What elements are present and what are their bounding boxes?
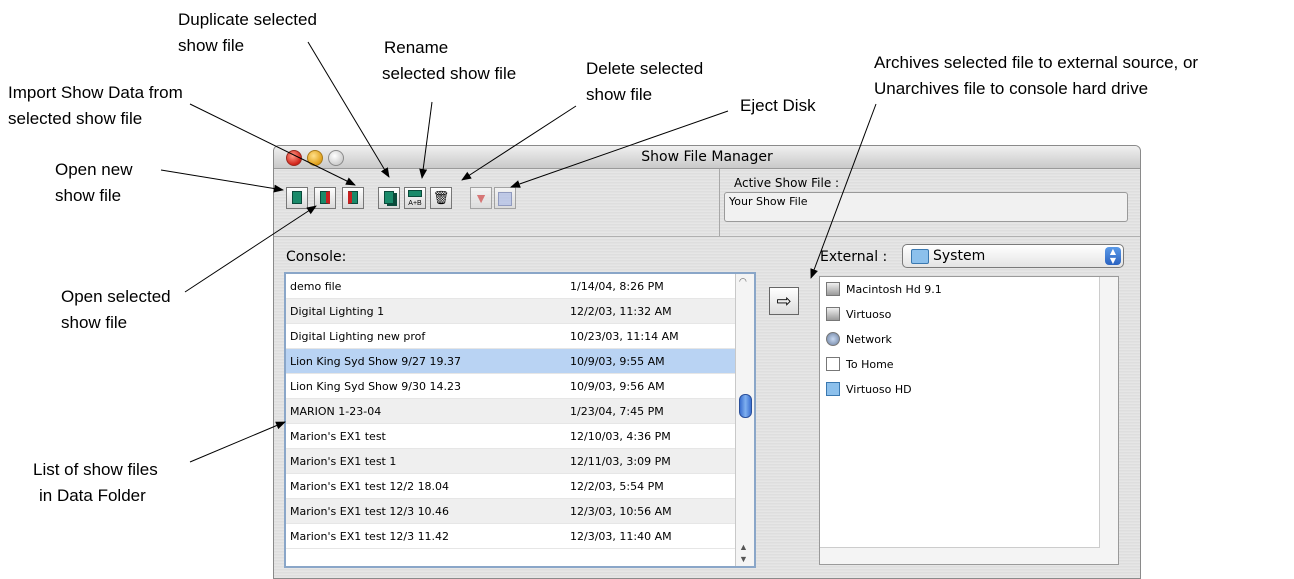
callout-list: List of show files in Data Folder <box>33 460 158 505</box>
show-file-manager-window: Show File Manager A+B 🗑 ▼ Active Show Fi… <box>273 145 1141 579</box>
callout-delete: Delete selected show file <box>586 59 704 104</box>
rename-button[interactable]: A+B <box>404 187 426 209</box>
toolbar-divider <box>719 169 720 237</box>
callout-archives: Archives selected file to external sourc… <box>874 53 1199 98</box>
file-name: Marion's EX1 test 12/2 18.04 <box>290 480 450 493</box>
callout-eject: Eject Disk <box>740 96 816 115</box>
file-row[interactable]: Marion's EX1 test 12/3 10.46 12/3/03, 10:… <box>286 499 738 524</box>
file-name: Marion's EX1 test 12/3 11.42 <box>290 530 450 543</box>
duplicate-button[interactable] <box>378 187 400 209</box>
toolbar: A+B 🗑 ▼ <box>274 169 720 235</box>
net-icon <box>826 332 840 346</box>
file-date: 12/2/03, 5:54 PM <box>570 480 664 493</box>
file-date: 10/9/03, 9:55 AM <box>570 355 665 368</box>
scroll-down-icon[interactable]: ▼ <box>739 554 748 564</box>
callout-rename: Rename selected show file <box>382 38 517 83</box>
scroll-up-top-icon[interactable]: ◠ <box>739 276 747 287</box>
arrow-list <box>189 421 286 463</box>
file-name: Lion King Syd Show 9/30 14.23 <box>290 380 461 393</box>
file-date: 1/23/04, 7:45 PM <box>570 405 664 418</box>
window-title: Show File Manager <box>641 149 773 165</box>
console-scrollbar[interactable]: ◠ ▲ ▼ <box>735 274 754 566</box>
import-icon <box>348 191 358 204</box>
callout-duplicate: Duplicate selected show file <box>178 10 317 55</box>
file-name: MARION 1-23-04 <box>290 405 382 418</box>
fold-icon <box>826 382 840 396</box>
external-hscroll[interactable] <box>820 547 1100 564</box>
external-item-label: Virtuoso <box>846 308 892 321</box>
external-vscroll[interactable] <box>1099 277 1118 564</box>
file-date: 12/3/03, 11:40 AM <box>570 530 672 543</box>
file-row[interactable]: Digital Lighting 1 12/2/03, 11:32 AM <box>286 299 738 324</box>
archive-transfer-button[interactable]: ⇨ <box>769 287 799 315</box>
active-show-file-field: Your Show File <box>724 192 1128 222</box>
file-row[interactable]: Digital Lighting new prof 10/23/03, 11:14… <box>286 324 738 349</box>
active-show-file-label: Active Show File : <box>734 176 840 190</box>
external-selected-value: System <box>933 248 986 264</box>
open-selected-button[interactable] <box>314 187 336 209</box>
eject-arrow-icon: ▼ <box>474 190 488 206</box>
open-new-button[interactable] <box>286 187 308 209</box>
file-date: 10/9/03, 9:56 AM <box>570 380 665 393</box>
rename-icon <box>408 190 422 197</box>
open-new-icon <box>292 191 302 204</box>
external-item-label: Macintosh Hd 9.1 <box>846 283 942 296</box>
header-divider <box>274 236 1140 237</box>
folder-icon <box>911 249 929 264</box>
open-selected-icon <box>320 191 330 204</box>
external-item-label: Virtuoso HD <box>846 383 912 396</box>
file-date: 10/23/03, 11:14 AM <box>570 330 679 343</box>
external-file-list[interactable]: Macintosh Hd 9.1 Virtuoso Network To Home Vi… <box>819 276 1119 565</box>
trash-icon: 🗑 <box>432 190 450 205</box>
eject-disk-button[interactable] <box>494 187 516 209</box>
arrow-open-new <box>160 169 284 193</box>
callout-import: Import Show Data from selected show file <box>8 83 183 128</box>
file-date: 12/10/03, 4:36 PM <box>570 430 671 443</box>
file-name: Marion's EX1 test 12/3 10.46 <box>290 505 450 518</box>
file-row[interactable]: Marion's EX1 test 1 12/11/03, 3:09 PM <box>286 449 738 474</box>
callout-open-selected: Open selected show file <box>61 287 171 332</box>
file-name: Digital Lighting 1 <box>290 305 385 318</box>
external-item-label: To Home <box>846 358 894 371</box>
file-date: 12/3/03, 10:56 AM <box>570 505 672 518</box>
file-row[interactable]: Marion's EX1 test 12/2 18.04 12/2/03, 5:5… <box>286 474 738 499</box>
console-file-list[interactable]: Marion's EX1 test 12/3 11.42 12/3/03, 11:… <box>284 272 756 568</box>
import-button[interactable] <box>342 187 364 209</box>
callout-open-new: Open new show file <box>55 160 133 205</box>
file-name: Marion's EX1 test <box>290 430 386 443</box>
eject-disk-icon <box>498 192 512 206</box>
chevron-updown-icon: ▲ ▼ <box>1105 247 1121 265</box>
file-name: demo file <box>290 280 342 293</box>
doc-icon <box>826 357 840 371</box>
file-row[interactable]: Lion King Syd Show 9/30 14.23 10/9/03, 9:… <box>286 374 738 399</box>
delete-button[interactable]: 🗑 <box>430 187 452 209</box>
right-arrow-icon: ⇨ <box>776 291 792 311</box>
file-date: 12/2/03, 11:32 AM <box>570 305 672 318</box>
file-name: Marion's EX1 test 1 <box>290 455 397 468</box>
disk-icon <box>826 282 840 296</box>
file-name: Digital Lighting new prof <box>290 330 426 343</box>
external-source-select[interactable]: System ▲ ▼ <box>902 244 1124 268</box>
file-row[interactable]: MARION 1-23-04 1/23/04, 7:45 PM <box>286 399 738 424</box>
console-label: Console: <box>286 249 347 265</box>
disk-icon <box>826 307 840 321</box>
file-row[interactable]: Marion's EX1 test 12/3 11.42 12/3/03, 11:… <box>286 524 738 549</box>
file-row[interactable]: Marion's EX1 test 12/10/03, 4:36 PM <box>286 424 738 449</box>
file-date: 12/11/03, 3:09 PM <box>570 455 671 468</box>
scroll-up-icon[interactable]: ▲ <box>739 542 748 552</box>
title-bar[interactable]: Show File Manager <box>274 146 1140 169</box>
duplicate-icon <box>384 191 394 204</box>
external-item-label: Network <box>846 333 892 346</box>
external-label: External : <box>820 249 888 265</box>
file-date: 1/14/04, 8:26 PM <box>570 280 664 293</box>
file-row[interactable]: demo file 1/14/04, 8:26 PM <box>286 274 738 299</box>
file-row[interactable]: Lion King Syd Show 9/27 19.37 10/9/03, 9:… <box>286 349 738 374</box>
file-name: Lion King Syd Show 9/27 19.37 <box>290 355 461 368</box>
scroll-thumb[interactable] <box>739 394 752 418</box>
archive-eject-button[interactable]: ▼ <box>470 187 492 209</box>
